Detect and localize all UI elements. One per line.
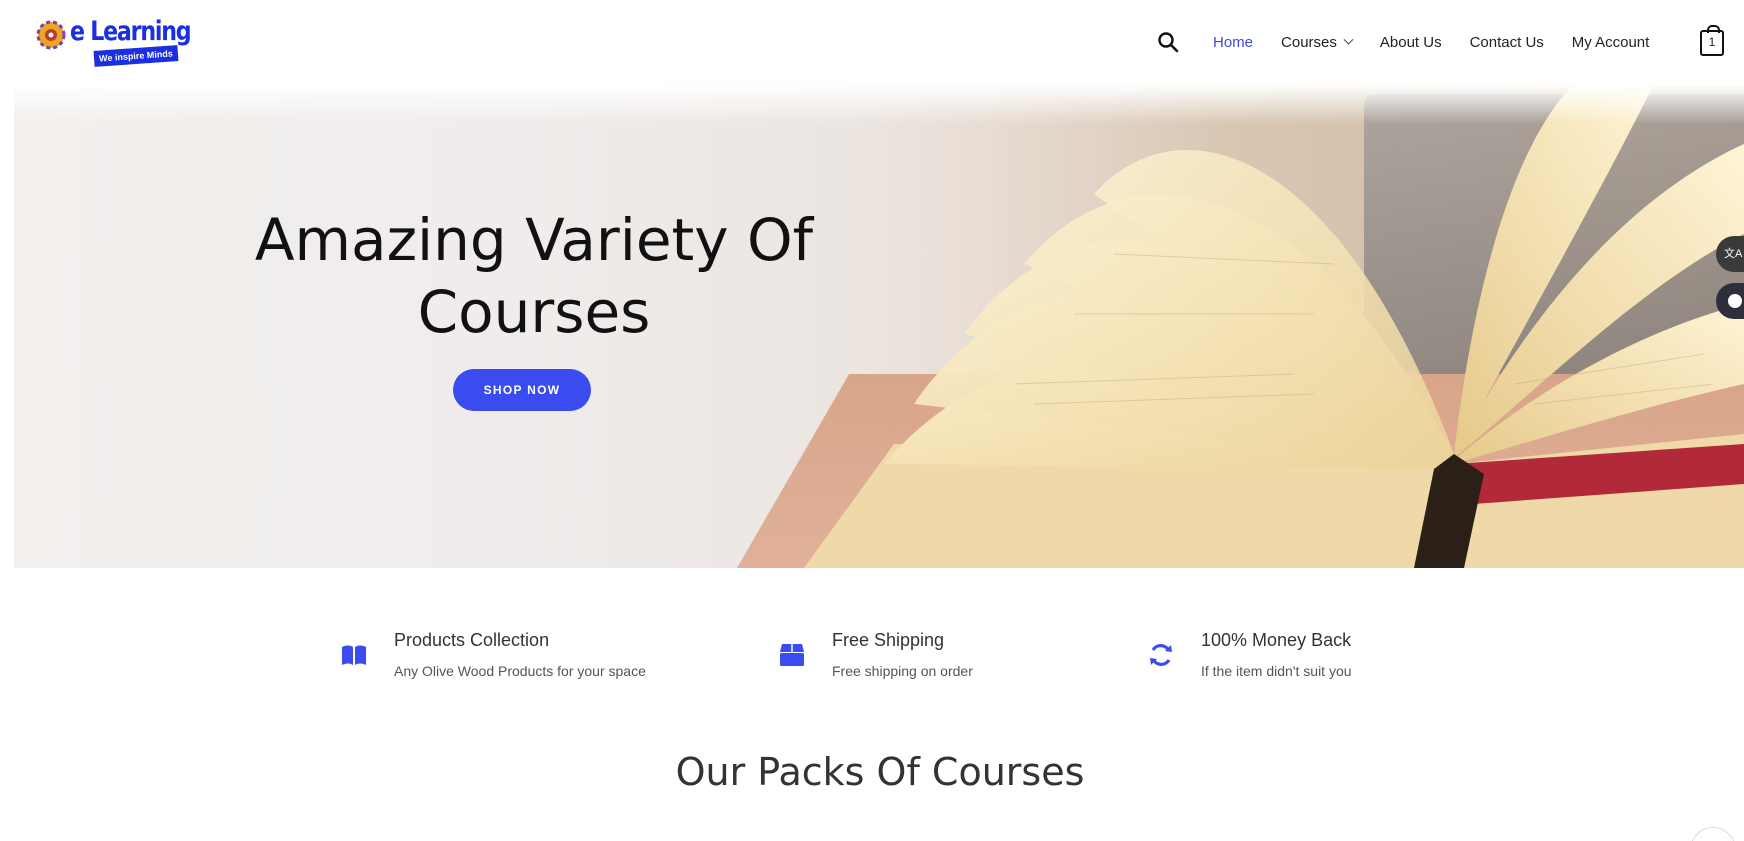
cart-count: 1 <box>1708 35 1716 49</box>
nav-about-label: About Us <box>1379 33 1442 51</box>
feature-description: Free shipping on order <box>832 663 973 679</box>
feature-description: Any Olive Wood Products for your space <box>394 663 646 679</box>
hero-banner: Amazing Variety Of Courses SHOP NOW 文A <box>14 84 1744 568</box>
site-header: e Learning We inspire Minds Home Courses… <box>0 0 1744 84</box>
book-icon <box>342 645 366 665</box>
logo-tagline: We inspire Minds <box>93 45 179 67</box>
cart-button[interactable]: 1 <box>1700 25 1724 56</box>
feature-title: Products Collection <box>394 630 550 650</box>
gear-logo-icon <box>36 20 66 50</box>
nav-contact-label: Contact Us <box>1469 33 1544 51</box>
hero-top-fade <box>14 84 1744 124</box>
nav-item-my-account[interactable]: My Account <box>1572 34 1650 51</box>
feature-title: 100% Money Back <box>1201 630 1352 650</box>
search-icon[interactable] <box>1157 31 1179 53</box>
nav-item-courses[interactable]: Courses <box>1281 33 1354 51</box>
features-row: Products Collection Any Olive Wood Produ… <box>0 620 1744 690</box>
box-icon <box>780 644 804 666</box>
nav-home-label: Home <box>1213 33 1254 51</box>
chatbot-widget-button[interactable] <box>1716 283 1744 319</box>
nav-item-contact-us[interactable]: Contact Us <box>1470 34 1544 51</box>
translate-widget-button[interactable]: 文A <box>1716 236 1744 272</box>
nav-item-about-us[interactable]: About Us <box>1380 34 1442 51</box>
section-title: Our Packs Of Courses <box>675 750 1085 794</box>
logo-wordmark: e Learning <box>70 16 192 47</box>
shop-now-button[interactable]: SHOP NOW <box>453 369 591 411</box>
main-nav: Home Courses About Us Contact Us My Acco… <box>1213 30 1677 54</box>
site-logo[interactable]: e Learning We inspire Minds <box>34 14 192 70</box>
refresh-icon <box>1150 644 1172 666</box>
nav-item-home[interactable]: Home <box>1213 34 1253 51</box>
chevron-down-icon <box>1343 34 1354 45</box>
scroll-to-top-button[interactable] <box>1690 827 1736 841</box>
hero-title-line2: Courses <box>417 278 651 346</box>
nav-account-label: My Account <box>1571 33 1650 51</box>
nav-courses-label: Courses <box>1281 33 1337 51</box>
feature-title: Free Shipping <box>832 630 945 650</box>
hero-title-line1: Amazing Variety Of <box>254 206 814 274</box>
feature-description: If the item didn't suit you <box>1201 663 1352 679</box>
hero-title: Amazing Variety Of Courses <box>204 204 864 348</box>
